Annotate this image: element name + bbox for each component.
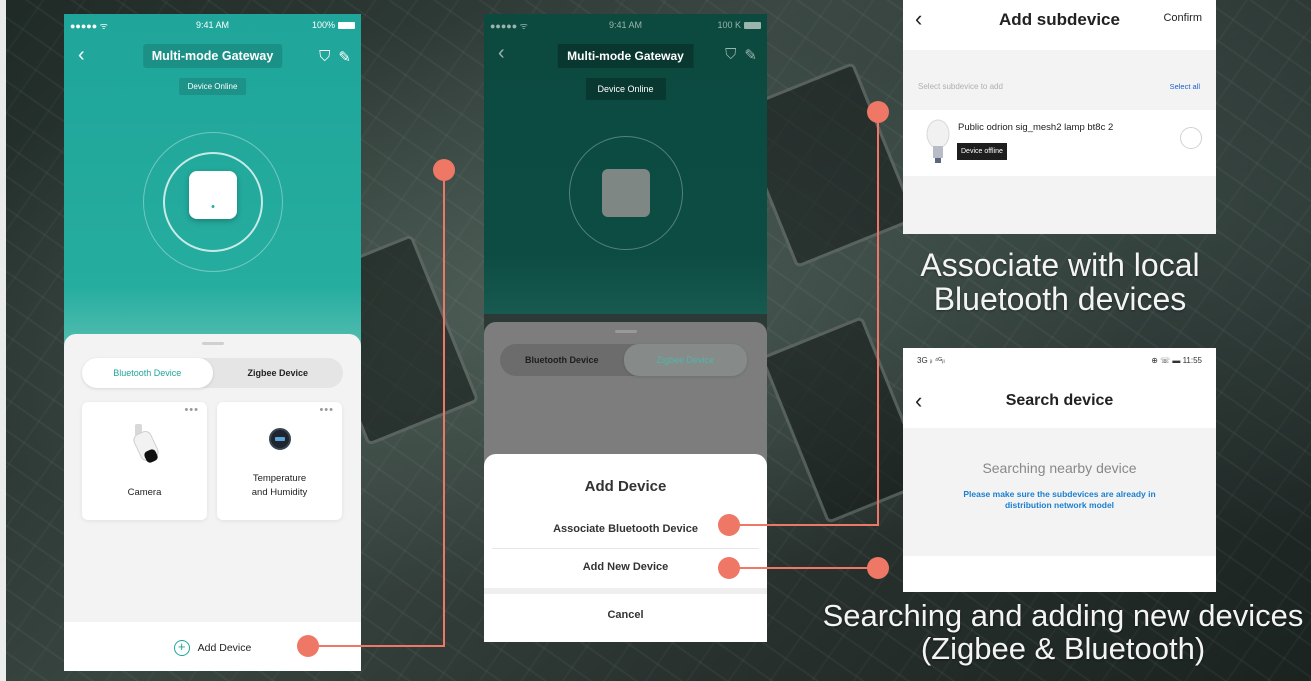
tab-bluetooth-device[interactable]: Bluetooth Device [82, 358, 213, 388]
gateway-device-icon[interactable] [188, 171, 237, 219]
status-bar: 3G ᵢₗ ⁴ᴳᵢₗ ⊕ ☏ ▬ 11:55 [917, 356, 1202, 370]
page-title: Multi-mode Gateway [142, 44, 283, 68]
battery-icon [338, 22, 355, 30]
search-device-screen: 3G ᵢₗ ⁴ᴳᵢₗ ⊕ ☏ ▬ 11:55 ‹ Search device S… [903, 348, 1216, 592]
device-card-temperature[interactable]: ••• Temperature and Humidity [217, 402, 342, 520]
connector-dot [867, 101, 889, 123]
confirm-button[interactable]: Confirm [1163, 12, 1202, 24]
connector-dot [433, 159, 455, 181]
status-bar: ●●●●● ᯤ 9:41 AM 100 K [490, 18, 761, 32]
select-all-link[interactable]: Select all [1170, 82, 1200, 91]
phone-gateway-screen: ●●●●● ᯤ 9:41 AM 100% ‹ Multi-mode Gatewa… [64, 14, 361, 671]
device-card-label: Temperature and Humidity [251, 473, 308, 499]
nav-actions: ⛉ ✎ [725, 46, 757, 64]
gateway-header-area-dimmed: ●●●●● ᯤ 9:41 AM 100 K ‹ Multi-mode Gatew… [484, 14, 767, 314]
status-bar: ●●●●● ᯤ 9:41 AM 100% [70, 18, 355, 32]
shield-icon[interactable]: ⛉ [725, 46, 736, 64]
device-list-sheet: Bluetooth Device Zigbee Device ••• Camer… [64, 334, 361, 671]
carrier-signal: ●●●●● ᯤ [490, 20, 528, 31]
gateway-header-area: ●●●●● ᯤ 9:41 AM 100% ‹ Multi-mode Gatewa… [64, 14, 361, 354]
subdevice-name: Public odrion sig_mesh2 lamp bt8c 2 [958, 122, 1114, 133]
caption-associate: Associate with local Bluetooth devices [920, 247, 1200, 317]
back-arrow-icon[interactable]: ‹ [78, 44, 85, 67]
phone-add-device-screen: ●●●●● ᯤ 9:41 AM 100 K ‹ Multi-mode Gatew… [484, 14, 767, 642]
connector-dot [867, 557, 889, 579]
device-type-tabs: Bluetooth Device Zigbee Device [82, 358, 343, 388]
status-time: 9:41 AM [195, 20, 230, 30]
carrier-signal: ●●●●● ᯤ [70, 20, 108, 31]
dialog-title: Add Device [584, 478, 667, 495]
connector-dot [718, 514, 740, 536]
connector-dot [297, 635, 319, 657]
tab-zigbee-device[interactable]: Zigbee Device [623, 344, 747, 376]
back-arrow-icon[interactable]: ‹ [498, 42, 505, 65]
searching-status: Searching nearby device [982, 460, 1137, 476]
thermometer-icon [268, 428, 291, 450]
shield-icon[interactable]: ⛉ [319, 48, 330, 66]
device-offline-badge: Device offline [957, 143, 1007, 160]
camera-icon [132, 424, 159, 463]
carrier-signal: 3G ᵢₗ ⁴ᴳᵢₗ [917, 356, 945, 365]
sheet-drag-handle [614, 330, 637, 333]
battery-status: 100 K [717, 20, 761, 30]
page-title: Search device [1005, 392, 1114, 409]
select-hint-text: Select subdevice to add [918, 82, 1003, 91]
gateway-device-icon [601, 169, 650, 217]
caption-searching: Searching and adding new devices (Zigbee… [822, 598, 1304, 666]
more-options-icon[interactable]: ••• [184, 404, 199, 416]
more-options-icon[interactable]: ••• [319, 404, 334, 416]
device-status-badge: Device Online [585, 78, 666, 100]
left-border [0, 0, 6, 681]
nav-bar: ‹ Add subdevice Confirm [903, 0, 1216, 50]
status-time: ⊕ ☏ ▬ 11:55 [1151, 356, 1202, 365]
page-title: Multi-mode Gateway [557, 44, 694, 68]
nav-actions: ⛉ ✎ [319, 48, 351, 66]
sheet-drag-handle[interactable] [201, 342, 224, 345]
pairing-mode-note: Please make sure the subdevices are alre… [963, 489, 1156, 511]
divider [484, 588, 767, 594]
nav-bar: ‹ Multi-mode Gateway ⛉ ✎ [64, 42, 361, 72]
tab-zigbee-device[interactable]: Zigbee Device [213, 358, 344, 388]
device-card-label: Camera [127, 487, 162, 499]
battery-icon [744, 22, 761, 30]
add-device-button[interactable]: Add Device [198, 642, 252, 654]
empty-area [903, 176, 1216, 234]
status-time: 9:41 AM [608, 20, 643, 30]
add-subdevice-screen: ‹ Add subdevice Confirm Select subdevice… [903, 0, 1216, 234]
tab-bluetooth-device[interactable]: Bluetooth Device [500, 344, 624, 376]
subdevice-list-item[interactable]: Public odrion sig_mesh2 lamp bt8c 2 Devi… [903, 110, 1216, 176]
device-status-badge: Device Online [178, 78, 247, 95]
edit-icon[interactable]: ✎ [338, 48, 351, 66]
add-circle-icon: + [173, 640, 190, 656]
connector-dot [718, 557, 740, 579]
edit-icon[interactable]: ✎ [744, 46, 757, 64]
device-card-camera[interactable]: ••• Camera [82, 402, 207, 520]
light-bulb-icon [926, 119, 950, 163]
cancel-button[interactable]: Cancel [484, 596, 767, 634]
device-type-tabs: Bluetooth Device Zigbee Device [500, 344, 747, 376]
section-header-band [903, 50, 1216, 110]
add-device-action-sheet: Add Device Associate Bluetooth Device Ad… [484, 454, 767, 642]
select-radio[interactable] [1180, 127, 1202, 149]
battery-status: 100% [312, 20, 355, 30]
